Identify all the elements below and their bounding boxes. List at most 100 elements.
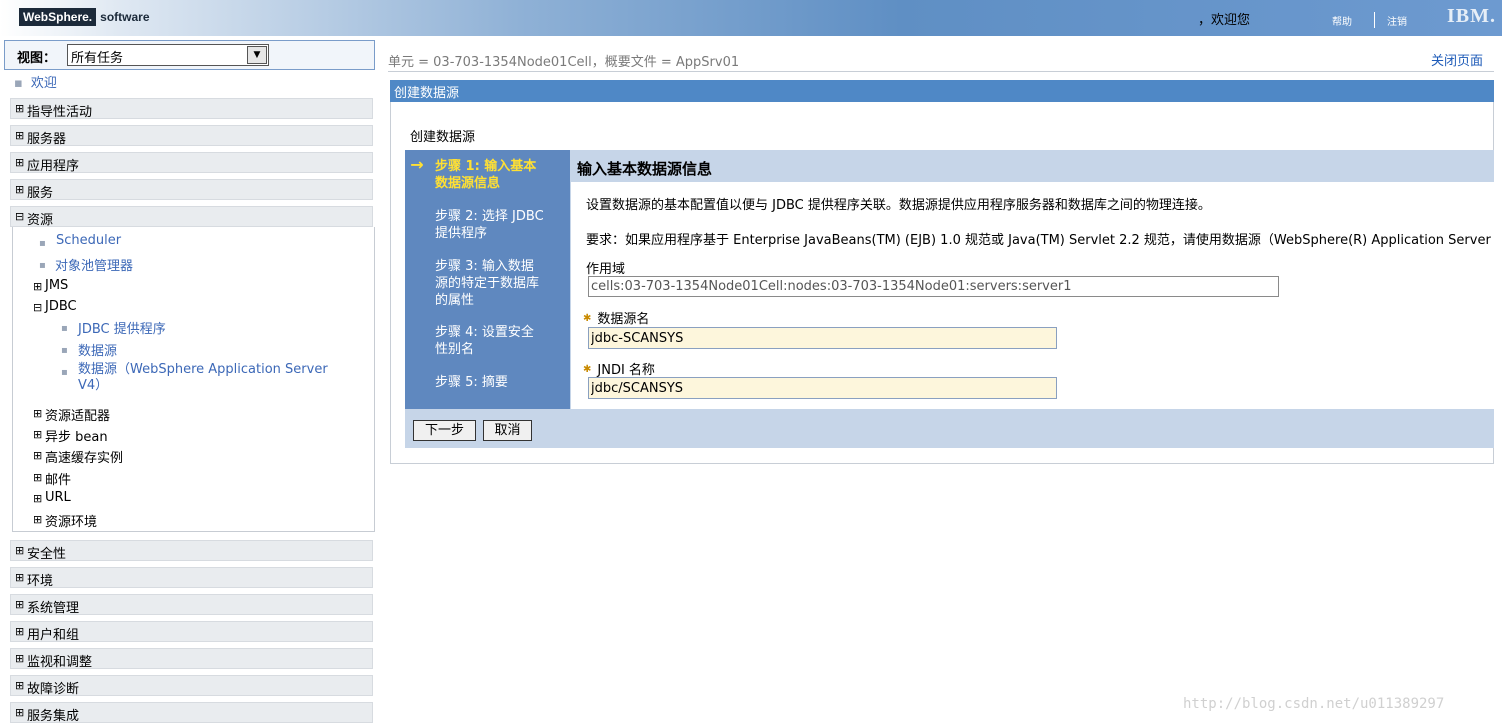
nav-item-label: JDBC (45, 299, 77, 314)
bullet-icon: ▪ (39, 260, 46, 271)
step-line: 步骤 4: 设置安全 (435, 325, 534, 340)
wizard-step-3: 步骤 3: 输入数据 源的特定于数据库 的属性 (435, 258, 567, 309)
nav-item-system-admin[interactable]: ⊞ 系统管理 (10, 594, 373, 616)
nav-item-label: 资源 (27, 213, 54, 228)
collapse-icon[interactable]: ⊟ (15, 211, 24, 222)
requirement-text: 要求：如果应用程序基于 Enterprise JavaBeans(TM) (EJ… (586, 233, 1494, 248)
nav-item-jms[interactable]: ⊞ JMS (33, 278, 69, 293)
nav-item-label: 系统管理 (27, 601, 80, 616)
nav-item-label: 服务 (27, 186, 54, 201)
nav-item-label: 邮件 (45, 473, 72, 488)
nav-link-object-pool[interactable]: 对象池管理器 (55, 255, 133, 274)
nav-item-label: 资源环境 (45, 515, 98, 530)
cancel-button[interactable]: 取消 (483, 420, 532, 441)
expand-icon[interactable]: ⊞ (15, 184, 24, 195)
expand-icon[interactable]: ⊞ (33, 408, 42, 419)
nav-item-label: 应用程序 (27, 159, 80, 174)
nav-item-label: JMS (45, 278, 69, 293)
expand-icon[interactable]: ⊞ (33, 514, 42, 525)
expand-icon[interactable]: ⊞ (33, 493, 42, 504)
websphere-logo: WebSphere. software (19, 7, 150, 27)
nav-item-label: 监视和调整 (27, 655, 93, 670)
logo-suffix: software (100, 10, 150, 24)
collapse-icon[interactable]: ⊟ (33, 302, 42, 313)
nav-item-service-integration[interactable]: ⊞ 服务集成 (10, 702, 373, 724)
nav-link-datasource-v4[interactable]: 数据源（WebSphere Application Server V4） (78, 362, 328, 394)
expand-icon[interactable]: ⊞ (15, 545, 24, 556)
nav-item-jdbc[interactable]: ⊟ JDBC (33, 299, 77, 314)
expand-icon[interactable]: ⊞ (15, 626, 24, 637)
step-line: 步骤 1: 输入基本 (435, 159, 537, 174)
nav-item-label: 资源适配器 (45, 409, 111, 424)
nav-welcome[interactable]: ▪ 欢迎 (14, 72, 57, 91)
wizard-step-4: 步骤 4: 设置安全 性别名 (435, 324, 567, 358)
expand-icon[interactable]: ⊞ (33, 281, 42, 292)
nav-item-servers[interactable]: ⊞ 服务器 (10, 125, 373, 147)
expand-icon[interactable]: ⊞ (33, 450, 42, 461)
expand-icon[interactable]: ⊞ (15, 653, 24, 664)
nav-item-troubleshooting[interactable]: ⊞ 故障诊断 (10, 675, 373, 697)
view-select[interactable]: 所有任务 ▼ (67, 44, 269, 66)
nav-item-label: 服务集成 (27, 709, 80, 724)
required-icon: ✱ (583, 364, 592, 375)
nav-item-url[interactable]: ⊞ URL (33, 490, 71, 505)
nav-item-guided-activities[interactable]: ⊞ 指导性活动 (10, 98, 373, 120)
nav-item-monitoring[interactable]: ⊞ 监视和调整 (10, 648, 373, 670)
step-line: 性别名 (435, 342, 475, 357)
jndi-name-input[interactable] (588, 377, 1057, 399)
expand-icon[interactable]: ⊞ (15, 572, 24, 583)
logout-link[interactable]: 注销 (1387, 13, 1407, 28)
nav-item-label: 安全性 (27, 547, 67, 562)
button-bar (405, 409, 1494, 448)
nav-welcome-label: 欢迎 (30, 76, 57, 91)
nav-link-jdbc-provider[interactable]: JDBC 提供程序 (78, 318, 166, 337)
required-icon: ✱ (583, 313, 592, 324)
expand-icon[interactable]: ⊞ (33, 472, 42, 483)
field-label: JNDI 名称 (597, 363, 655, 378)
nav-link-datasource[interactable]: 数据源 (78, 340, 117, 359)
field-label: 数据源名 (597, 312, 650, 327)
expand-icon[interactable]: ⊞ (33, 429, 42, 440)
step-line: 源的特定于数据库 (435, 276, 540, 291)
scope-label: 作用域 (586, 262, 626, 277)
page-title: 创建数据源 (394, 86, 460, 101)
watermark: http://blog.csdn.net/u011389297 (1183, 696, 1445, 712)
nav-item-resource-env[interactable]: ⊞ 资源环境 (33, 511, 98, 530)
nav-item-label: URL (45, 490, 71, 505)
step-line: 步骤 3: 输入数据 (435, 259, 534, 274)
nav-link-scheduler[interactable]: Scheduler (56, 233, 121, 248)
close-page-link[interactable]: 关闭页面 (1431, 50, 1483, 69)
expand-icon[interactable]: ⊞ (15, 707, 24, 718)
expand-icon[interactable]: ⊞ (15, 680, 24, 691)
top-banner: WebSphere. software ，欢迎您 帮助 注销 IBM. (0, 0, 1502, 36)
expand-icon[interactable]: ⊞ (15, 103, 24, 114)
nav-item-applications[interactable]: ⊞ 应用程序 (10, 152, 373, 174)
step-line: 步骤 5: 摘要 (435, 375, 508, 390)
ibm-logo: IBM. (1447, 5, 1496, 27)
page-title-bar: 创建数据源 (390, 80, 1494, 102)
nav-item-async-bean[interactable]: ⊞ 异步 bean (33, 426, 108, 445)
nav-item-environment[interactable]: ⊞ 环境 (10, 567, 373, 589)
wizard-step-5: 步骤 5: 摘要 (435, 374, 567, 391)
expand-icon[interactable]: ⊞ (15, 157, 24, 168)
expand-icon[interactable]: ⊞ (15, 130, 24, 141)
help-link[interactable]: 帮助 (1332, 13, 1352, 28)
nav-item-label: 用户和组 (27, 628, 80, 643)
nav-item-services[interactable]: ⊞ 服务 (10, 179, 373, 201)
nav-item-resource-adapters[interactable]: ⊞ 资源适配器 (33, 405, 111, 424)
nav-item-cache-instances[interactable]: ⊞ 高速缓存实例 (33, 447, 123, 466)
scope-field: cells:03-703-1354Node01Cell:nodes:03-703… (588, 276, 1279, 297)
datasource-name-input[interactable] (588, 327, 1057, 349)
nav-item-label: 故障诊断 (27, 682, 80, 697)
bullet-icon: ▪ (61, 367, 68, 378)
breadcrumb: 单元 = 03-703-1354Node01Cell，概要文件 = AppSrv… (388, 55, 740, 70)
nav-item-resources[interactable]: ⊟ 资源 (10, 206, 373, 228)
nav-item-mail[interactable]: ⊞ 邮件 (33, 469, 72, 488)
wizard-steps: 步骤 1: 输入基本 数据源信息 步骤 2: 选择 JDBC 提供程序 步骤 3… (405, 150, 570, 409)
nav-item-label: 服务器 (27, 132, 67, 147)
nav-item-security[interactable]: ⊞ 安全性 (10, 540, 373, 562)
next-button[interactable]: 下一步 (413, 420, 476, 441)
chevron-down-icon[interactable]: ▼ (247, 46, 267, 64)
expand-icon[interactable]: ⊞ (15, 599, 24, 610)
nav-item-users-groups[interactable]: ⊞ 用户和组 (10, 621, 373, 643)
